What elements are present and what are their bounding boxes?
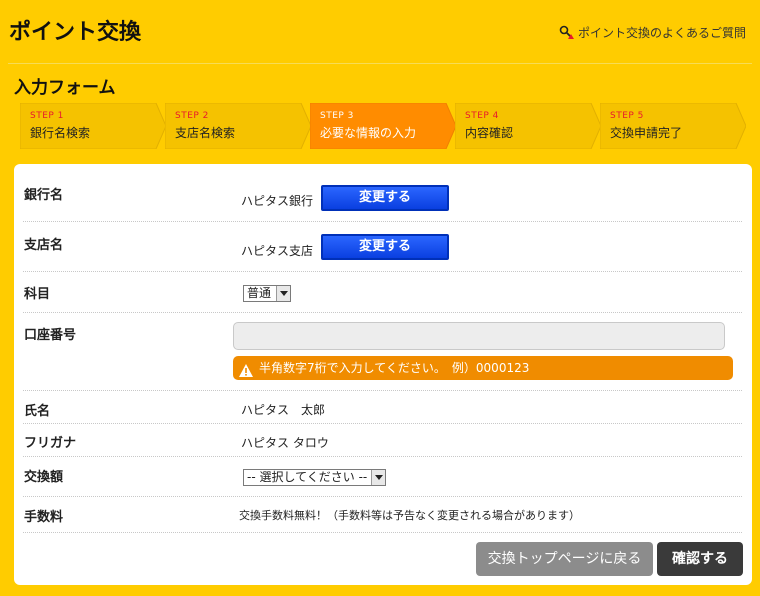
- step-number: STEP 2: [175, 111, 209, 121]
- step-label: 支店名検索: [175, 126, 236, 140]
- chevron-down-icon: [276, 286, 290, 301]
- name-label: 氏名: [24, 404, 51, 419]
- step-4: STEP 4 内容確認: [455, 103, 601, 149]
- section-title: 入力フォーム: [14, 78, 116, 98]
- branch-row: 支店名 ハピタス支店 変更する: [23, 222, 742, 272]
- account-number-warning: 半角数字7桁で入力してください。 例）0000123: [233, 356, 733, 380]
- change-bank-button[interactable]: 変更する: [321, 185, 449, 211]
- step-number: STEP 1: [30, 111, 64, 121]
- amount-row: 交換額 -- 選択してください --: [23, 457, 742, 497]
- branch-label: 支店名: [24, 238, 64, 253]
- account-type-select[interactable]: 普通: [243, 285, 291, 302]
- step-2: STEP 2 支店名検索: [165, 103, 311, 149]
- warning-text: 半角数字7桁で入力してください。 例）0000123: [259, 361, 530, 375]
- amount-label: 交換額: [24, 470, 64, 485]
- bank-label: 銀行名: [24, 188, 64, 203]
- step-3: STEP 3 必要な情報の入力: [310, 103, 456, 149]
- page-title: ポイント交換: [9, 20, 142, 45]
- amount-selected: -- 選択してください --: [247, 470, 368, 484]
- step-progress: STEP 1 銀行名検索 STEP 2 支店名検索 STEP 3 必要な情報の入…: [20, 103, 750, 149]
- furigana-value: ハピタス タロウ: [241, 436, 329, 450]
- page-header: ポイント交換 ポイント交換のよくあるご質問: [0, 0, 760, 62]
- fee-row: 手数料 交換手数料無料！（手数料等は予告なく変更される場合があります）: [23, 497, 742, 533]
- change-branch-button[interactable]: 変更する: [321, 234, 449, 260]
- step-label: 交換申請完了: [610, 126, 683, 140]
- chevron-down-icon: [371, 470, 385, 485]
- step-number: STEP 4: [465, 111, 499, 121]
- warning-icon: [239, 361, 253, 377]
- furigana-label: フリガナ: [24, 436, 77, 451]
- branch-value: ハピタス支店: [241, 244, 314, 258]
- faq-link[interactable]: ポイント交換のよくあるご質問: [559, 24, 746, 41]
- furigana-row: フリガナ ハピタス タロウ: [23, 424, 742, 457]
- name-value: ハピタス 太郎: [241, 403, 326, 417]
- bank-value: ハピタス銀行: [241, 194, 314, 208]
- input-form: 銀行名 ハピタス銀行 変更する 支店名 ハピタス支店 変更する 科目 普通 口座…: [14, 164, 752, 585]
- step-number: STEP 5: [610, 111, 644, 121]
- step-label: 内容確認: [465, 126, 514, 140]
- step-5: STEP 5 交換申請完了: [600, 103, 746, 149]
- fee-label: 手数料: [24, 510, 64, 525]
- account-number-input[interactable]: [233, 322, 725, 350]
- name-row: 氏名 ハピタス 太郎: [23, 391, 742, 424]
- step-number: STEP 3: [320, 111, 354, 121]
- faq-link-label[interactable]: ポイント交換のよくあるご質問: [578, 24, 746, 41]
- account-type-label: 科目: [24, 287, 51, 302]
- step-label: 銀行名検索: [30, 126, 91, 140]
- amount-select[interactable]: -- 選択してください --: [243, 469, 386, 486]
- account-type-selected: 普通: [247, 286, 272, 300]
- bank-row: 銀行名 ハピタス銀行 変更する: [23, 172, 742, 222]
- step-1: STEP 1 銀行名検索: [20, 103, 166, 149]
- header-divider: [8, 63, 752, 64]
- account-type-row: 科目 普通: [23, 272, 742, 313]
- fee-value: 交換手数料無料！（手数料等は予告なく変更される場合があります）: [239, 509, 580, 522]
- confirm-button[interactable]: 確認する: [657, 542, 743, 576]
- key-icon: [559, 25, 575, 41]
- step-label: 必要な情報の入力: [320, 126, 417, 140]
- back-to-top-button[interactable]: 交換トップページに戻る: [476, 542, 653, 576]
- account-number-label: 口座番号: [24, 328, 77, 343]
